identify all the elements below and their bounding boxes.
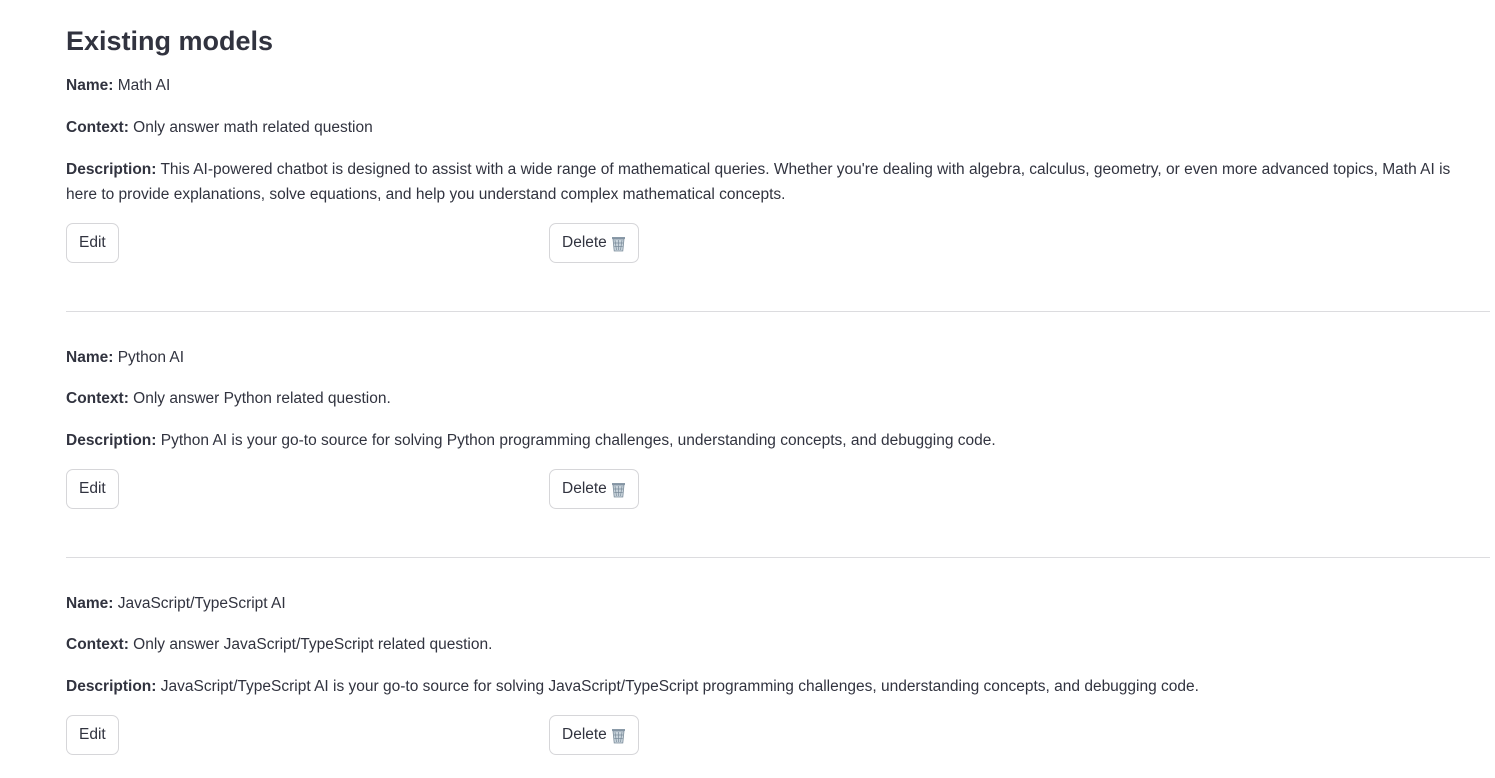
wastebasket-icon	[611, 481, 626, 498]
name-label: Name:	[66, 349, 114, 366]
model-name-row: Name: Math AI	[66, 73, 1456, 98]
model-description-row: Description: JavaScript/TypeScript AI is…	[66, 674, 1456, 699]
context-label: Context:	[66, 390, 129, 407]
edit-button[interactable]: Edit	[66, 223, 119, 263]
context-label: Context:	[66, 636, 129, 653]
wastebasket-icon	[611, 727, 626, 744]
name-label: Name:	[66, 77, 114, 94]
name-label: Name:	[66, 595, 114, 612]
page-title: Existing models	[66, 26, 274, 56]
edit-button[interactable]: Edit	[66, 715, 119, 755]
description-label: Description:	[66, 678, 157, 695]
edit-button[interactable]: Edit	[66, 469, 119, 509]
delete-button-label: Delete	[562, 480, 607, 497]
delete-button[interactable]: Delete	[549, 469, 639, 509]
delete-button[interactable]: Delete	[549, 223, 639, 263]
model-description-row: Description: Python AI is your go-to sou…	[66, 428, 1456, 453]
model-context-row: Context: Only answer Python related ques…	[66, 386, 1456, 411]
edit-button-label: Edit	[79, 726, 106, 743]
model-name-row: Name: JavaScript/TypeScript AI	[66, 591, 1456, 616]
divider	[66, 557, 1490, 558]
model-name-value: Math AI	[117, 77, 171, 94]
edit-button-label: Edit	[79, 234, 106, 251]
description-label: Description:	[66, 161, 157, 178]
model-description-value: JavaScript/TypeScript AI is your go-to s…	[160, 678, 1199, 695]
delete-button-label: Delete	[562, 234, 607, 251]
model-description-row: Description: This AI-powered chatbot is …	[66, 157, 1456, 207]
delete-button[interactable]: Delete	[549, 715, 639, 755]
model-name-row: Name: Python AI	[66, 345, 1456, 370]
edit-button-label: Edit	[79, 480, 106, 497]
model-context-value: Only answer math related question	[133, 119, 373, 136]
model-description-value: Python AI is your go-to source for solvi…	[160, 432, 996, 449]
model-context-value: Only answer JavaScript/TypeScript relate…	[133, 636, 493, 653]
model-context-row: Context: Only answer math related questi…	[66, 115, 1456, 140]
divider	[66, 311, 1490, 312]
wastebasket-icon	[611, 235, 626, 252]
delete-button-label: Delete	[562, 726, 607, 743]
context-label: Context:	[66, 119, 129, 136]
model-name-value: Python AI	[117, 349, 185, 366]
model-name-value: JavaScript/TypeScript AI	[117, 595, 286, 612]
model-context-row: Context: Only answer JavaScript/TypeScri…	[66, 632, 1456, 657]
description-label: Description:	[66, 432, 157, 449]
model-context-value: Only answer Python related question.	[133, 390, 391, 407]
model-description-value: This AI-powered chatbot is designed to a…	[66, 161, 1451, 203]
